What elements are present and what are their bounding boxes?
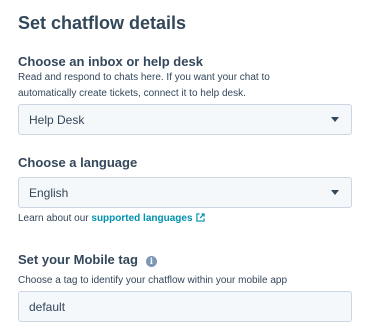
language-select[interactable]: English [18,177,352,208]
supported-languages-link[interactable]: supported languages [91,213,192,224]
info-icon[interactable]: i [145,256,157,267]
page-title: Set chatflow details [18,13,187,33]
language-help: Learn about our supported languages [18,211,205,228]
external-link-icon [195,212,205,228]
chatflow-details-panel: Set chatflow details Choose an inbox or … [0,0,371,333]
mobile-tag-label: Set your Mobile tag i [18,252,157,268]
language-help-prefix: Learn about our [18,213,92,224]
inbox-select[interactable]: Help Desk [18,104,352,135]
inbox-label: Choose an inbox or help desk [18,54,203,69]
chevron-down-icon [331,117,339,122]
inbox-help-line-2: automatically create tickets, connect it… [18,88,246,99]
language-label: Choose a language [18,155,138,170]
mobile-tag-input[interactable] [18,291,352,322]
chevron-down-icon [331,190,339,195]
mobile-tag-help: Choose a tag to identify your chatflow w… [18,275,288,286]
mobile-tag-label-text: Set your Mobile tag [18,252,138,267]
language-select-value: English [29,185,69,200]
inbox-select-value: Help Desk [29,112,85,127]
inbox-help-line-1: Read and respond to chats here. If you w… [18,72,270,83]
